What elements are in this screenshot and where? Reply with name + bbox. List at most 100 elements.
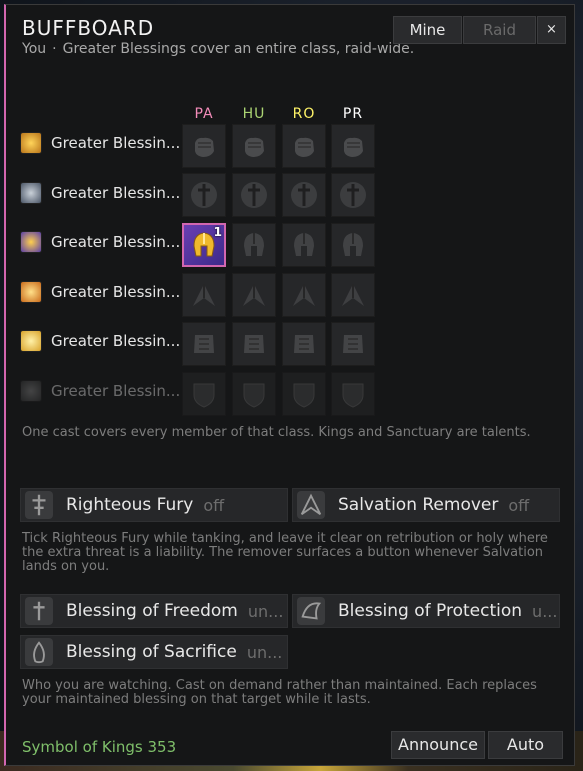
shield-icon [243,383,265,408]
row-label-sanctuary: Greater Blessin... [20,376,180,406]
sword-icon [20,182,42,204]
cell-sanctuary-hu[interactable] [232,372,276,416]
row-label-text: Greater Blessin... [51,283,179,301]
cell-wisdom-ro[interactable] [282,173,326,217]
cell-wisdom-pr[interactable] [331,173,375,217]
blessing-of-sacrifice-state: un... [246,642,283,662]
cell-kings-pa[interactable]: 1 [182,223,226,267]
helmet-icon [294,233,314,256]
sword-icon [241,182,267,208]
column-header-hu: HU [242,106,266,122]
cell-salvation-pa[interactable] [182,273,226,317]
righteous-fury-label: Righteous Fury [66,495,194,515]
wings-icon [342,284,364,306]
panel-title: BUFFBOARD [22,16,155,40]
cell-light-ro[interactable] [282,322,326,366]
cell-salvation-hu[interactable] [232,273,276,317]
shield-icon [20,380,42,402]
column-header-pr: PR [342,106,364,122]
helmet-icon [244,233,264,256]
wings-icon [20,281,42,303]
cell-sanctuary-pa[interactable] [182,372,226,416]
column-header-ro: RO [292,106,316,122]
cell-kings-ro[interactable] [282,223,326,267]
cell-salvation-pr[interactable] [331,273,375,317]
freedom-icon [25,597,53,625]
cell-kings-pr[interactable] [331,223,375,267]
cell-wisdom-hu[interactable] [232,173,276,217]
blessing-of-freedom-label: Blessing of Freedom [66,601,238,621]
fist-icon [344,137,363,157]
row-label-text: Greater Blessin... [51,233,179,251]
righteous-fury-state: off [203,495,225,515]
cell-count-badge: 1 [213,225,222,239]
panel-subtitle: You · Greater Blessings cover an entire cl… [22,41,414,57]
shield-icon [193,383,215,408]
salvation-remover-toggle[interactable]: Salvation Remover off [292,488,560,522]
buffboard-panel: BUFFBOARD You · Greater Blessings cover an… [4,4,575,766]
wings-icon [243,284,265,306]
cell-light-pr[interactable] [331,322,375,366]
close-button[interactable]: × [537,16,566,44]
row-label-might: Greater Blessin... [20,128,180,158]
blessing-of-protection-state: u... [532,601,558,621]
fist-icon [245,137,264,157]
salvation-remover-label: Salvation Remover [338,495,499,515]
blessing-of-protection-label: Blessing of Protection [338,601,523,621]
subtitle-scope: You [22,41,47,57]
reagent-count: Symbol of Kings 353 [22,738,177,756]
wings-icon [193,284,215,306]
row-label-wisdom: Greater Blessin... [20,178,180,208]
sword-icon [340,182,366,208]
helmet-icon [343,233,363,256]
cell-light-pa[interactable] [182,322,226,366]
protection-icon [297,597,325,625]
cell-kings-hu[interactable] [232,223,276,267]
auto-button[interactable]: Auto [488,731,563,759]
announce-button[interactable]: Announce [391,731,485,759]
blessing-of-sacrifice-label: Blessing of Sacrifice [66,642,237,662]
righteous-fury-toggle[interactable]: Righteous Fury off [20,488,288,522]
blessing-of-sacrifice-button[interactable]: Blessing of Sacrifice un... [20,635,288,669]
armor-icon [294,335,314,353]
hand-blessings-note: Who you are watching. Cast on demand rat… [22,678,537,707]
row-label-kings: Greater Blessin... [20,227,180,257]
cell-might-hu[interactable] [232,124,276,168]
row-label-salvation: Greater Blessin... [20,277,180,307]
mine-button[interactable]: Mine [393,16,462,44]
armor-icon [20,330,42,352]
cell-might-pa[interactable] [182,124,226,168]
cell-salvation-ro[interactable] [282,273,326,317]
row-label-text: Greater Blessin... [51,382,179,400]
row-label-text: Greater Blessin... [51,184,179,202]
armor-icon [194,335,214,353]
sword-icon [291,182,317,208]
fist-icon [295,137,314,157]
cell-sanctuary-ro[interactable] [282,372,326,416]
blessing-of-freedom-button[interactable]: Blessing of Freedom un... [20,594,288,628]
salvation-remover-state: off [508,495,530,515]
salvation-remover-icon [297,491,325,519]
armor-icon [343,335,363,353]
raid-button[interactable]: Raid [463,16,536,44]
subtitle-text: Greater Blessings cover an entire class,… [62,41,415,57]
cell-might-pr[interactable] [331,124,375,168]
fist-icon [195,137,214,157]
row-label-light: Greater Blessin... [20,326,180,356]
fist-icon [20,132,42,154]
cell-wisdom-pa[interactable] [182,173,226,217]
subtitle-separator: · [52,41,57,57]
wings-icon [293,284,315,306]
armor-icon [244,335,264,353]
row-label-text: Greater Blessin... [51,134,179,152]
sacrifice-icon [25,638,53,666]
cell-sanctuary-pr[interactable] [331,372,375,416]
sword-icon [191,182,217,208]
righteous-fury-icon [25,491,53,519]
blessing-of-protection-button[interactable]: Blessing of Protection u... [292,594,560,628]
cell-might-ro[interactable] [282,124,326,168]
cell-light-hu[interactable] [232,322,276,366]
row-label-text: Greater Blessin... [51,332,179,350]
shield-icon [342,383,364,408]
grid-note: One cast covers every member of that cla… [22,425,531,440]
